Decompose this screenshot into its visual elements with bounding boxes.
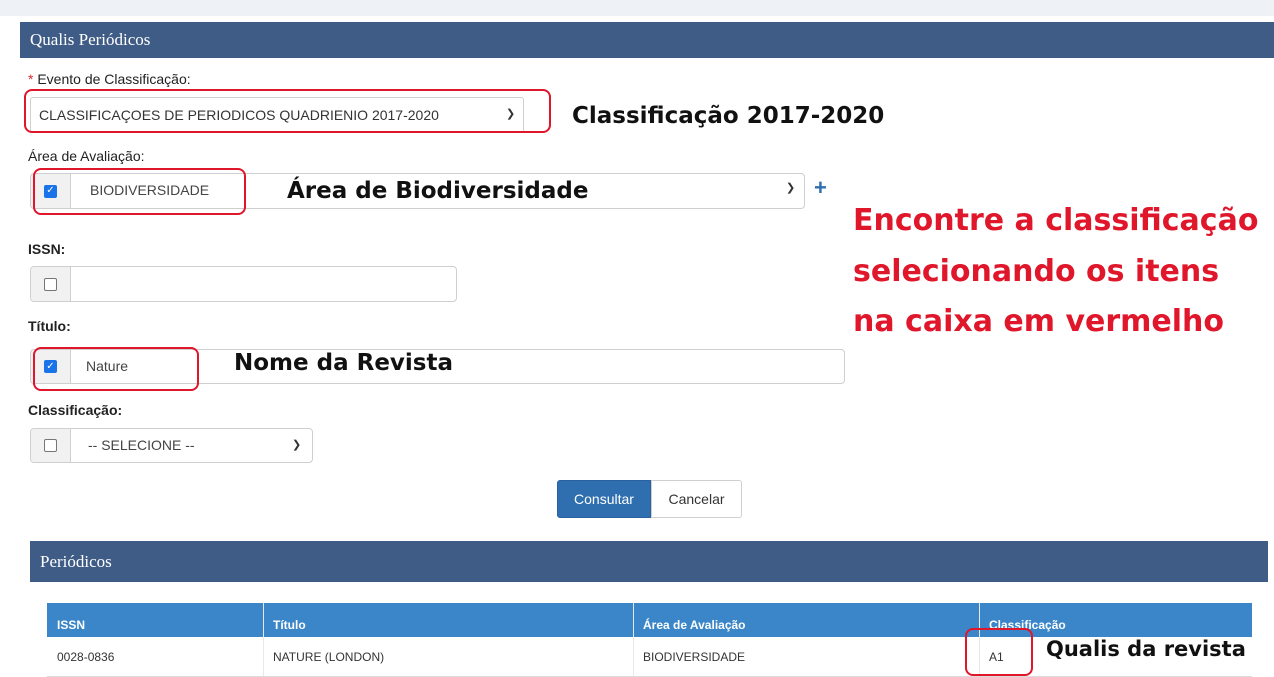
annotation-revista: Nome da Revista	[234, 350, 454, 376]
classificacao-label: Classificação:	[28, 402, 123, 418]
highlight-qualis	[965, 628, 1033, 676]
results-header: Periódicos	[30, 541, 1268, 582]
col-issn[interactable]: ISSN	[47, 603, 263, 637]
top-stripe	[0, 0, 1274, 16]
col-area[interactable]: Área de Avaliação	[633, 603, 979, 637]
consultar-button[interactable]: Consultar	[557, 480, 651, 518]
panel-header: Qualis Periódicos	[20, 22, 1274, 58]
issn-label: ISSN:	[28, 241, 66, 257]
results-table-header: ISSN Título Área de Avaliação Classifica…	[47, 603, 1252, 637]
cell-area: BIODIVERSIDADE	[643, 649, 746, 664]
results-title: Periódicos	[40, 551, 112, 571]
issn-checkbox[interactable]	[44, 277, 57, 291]
required-mark: *	[28, 71, 34, 87]
classificacao-value: -- SELECIONE --	[88, 437, 195, 453]
highlight-area	[33, 168, 246, 215]
instruction-line-1: Encontre a classificação	[853, 203, 1259, 238]
panel-title: Qualis Periódicos	[30, 30, 151, 49]
add-icon[interactable]: +	[814, 177, 827, 199]
classificacao-checkbox-addon	[31, 429, 71, 462]
cell-issn: 0028-0836	[57, 649, 115, 664]
issn-checkbox-addon	[31, 267, 71, 301]
cancelar-button[interactable]: Cancelar	[651, 480, 742, 518]
area-label: Área de Avaliação:	[28, 148, 145, 164]
cell-titulo: NATURE (LONDON)	[273, 649, 385, 664]
highlight-titulo	[33, 347, 199, 391]
classificacao-checkbox[interactable]	[44, 439, 57, 452]
instruction-line-2: selecionando os itens	[853, 254, 1220, 289]
instruction-line-3: na caixa em vermelho	[853, 304, 1225, 339]
chevron-down-icon[interactable]: ❯	[786, 181, 795, 194]
annotation-area: Área de Biodiversidade	[287, 178, 589, 204]
annotation-qualis: Qualis da revista	[1046, 637, 1246, 661]
evento-label: * Evento de Classificação:	[28, 71, 191, 87]
annotation-classificacao: Classificação 2017-2020	[572, 103, 885, 129]
col-titulo[interactable]: Título	[263, 603, 633, 637]
titulo-label: Título:	[28, 318, 71, 334]
issn-group	[30, 266, 457, 302]
highlight-evento	[24, 89, 551, 133]
chevron-down-icon[interactable]: ❯	[292, 438, 301, 451]
issn-input[interactable]	[71, 267, 456, 301]
